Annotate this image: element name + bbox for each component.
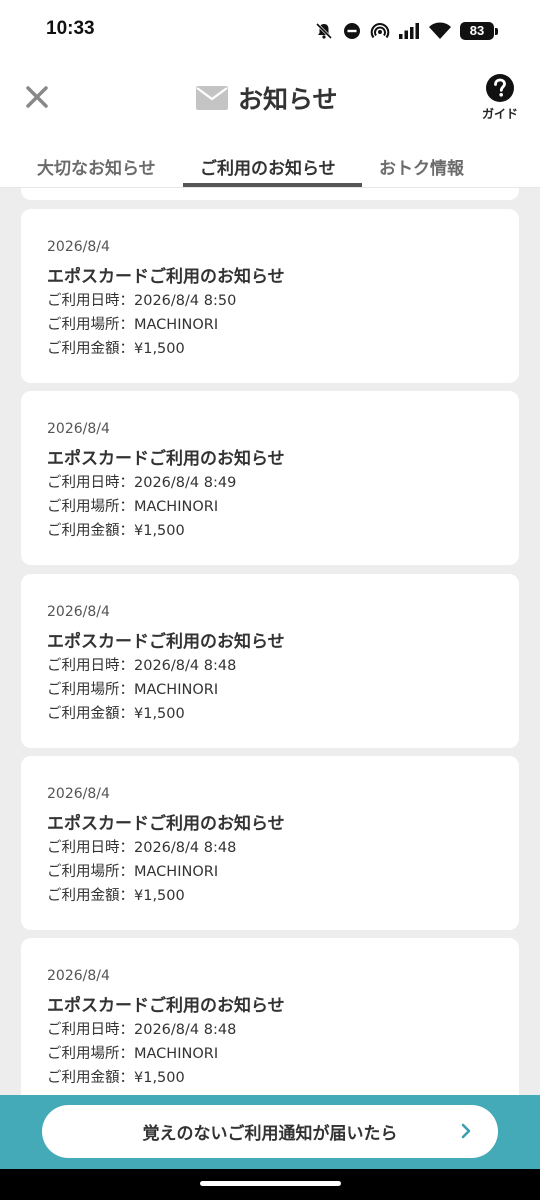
notification-place: ご利用場所：MACHINORI <box>47 1046 219 1062</box>
chevron-right-icon <box>461 1123 471 1139</box>
notification-datetime: ご利用日時：2026/8/4 8:49 <box>47 475 237 491</box>
wifi-icon <box>429 22 451 39</box>
notification-date: 2026/8/4 <box>47 786 110 802</box>
help-icon[interactable] <box>486 74 514 102</box>
notification-datetime: ご利用日時：2026/8/4 8:50 <box>47 293 237 309</box>
close-icon[interactable] <box>25 85 49 109</box>
notification-place: ご利用場所：MACHINORI <box>47 317 219 333</box>
notification-title: エポスカードご利用のお知らせ <box>47 814 285 834</box>
tab-usage-notices[interactable]: ご利用のお知らせ <box>200 154 336 179</box>
mail-icon <box>196 86 228 110</box>
notification-datetime: ご利用日時：2026/8/4 8:48 <box>47 840 237 856</box>
notification-card[interactable]: 2026/8/4 エポスカードご利用のお知らせ ご利用日時：2026/8/4 8… <box>21 574 519 748</box>
tab-important-notices[interactable]: 大切なお知らせ <box>37 154 156 179</box>
notification-datetime: ご利用日時：2026/8/4 8:48 <box>47 1022 237 1038</box>
signal-icon <box>399 23 419 39</box>
system-nav-bar <box>0 1169 540 1200</box>
notification-date: 2026/8/4 <box>47 604 110 620</box>
unrecognized-usage-label: 覚えのないご利用通知が届いたら <box>142 1124 398 1144</box>
guide-label: ガイド <box>481 107 518 121</box>
status-icons: 83 <box>314 19 498 43</box>
dnd-icon <box>344 23 360 39</box>
home-indicator[interactable] <box>200 1181 341 1186</box>
notification-date: 2026/8/4 <box>47 968 110 984</box>
notification-place: ご利用場所：MACHINORI <box>47 864 219 880</box>
mute-icon <box>315 22 333 40</box>
notification-place: ご利用場所：MACHINORI <box>47 682 219 698</box>
notification-card[interactable]: 2026/8/4 エポスカードご利用のお知らせ ご利用日時：2026/8/4 8… <box>21 391 519 565</box>
header-title-group: お知らせ <box>196 80 338 116</box>
notification-place: ご利用場所：MACHINORI <box>47 499 219 515</box>
header: お知らせ ガイド <box>0 62 540 134</box>
notification-date: 2026/8/4 <box>47 239 110 255</box>
notification-card[interactable]: 2026/8/4 エポスカードご利用のお知らせ ご利用日時：2026/8/4 8… <box>21 938 519 1095</box>
notification-amount: ご利用金額：¥1,500 <box>47 341 185 357</box>
hotspot-icon <box>370 23 390 39</box>
notification-amount: ご利用金額：¥1,500 <box>47 888 185 904</box>
notification-title: エポスカードご利用のお知らせ <box>47 996 285 1016</box>
close-button[interactable] <box>22 82 52 112</box>
notification-list[interactable]: 2026/8/4 エポスカードご利用のお知らせ ご利用日時：2026/8/4 8… <box>0 188 540 1095</box>
status-time: 10:33 <box>46 18 95 39</box>
notification-datetime: ご利用日時：2026/8/4 8:48 <box>47 658 237 674</box>
tab-bar: 大切なお知らせ ご利用のお知らせ おトク情報 <box>0 134 540 188</box>
notification-amount: ご利用金額：¥1,500 <box>47 1070 185 1086</box>
unrecognized-usage-button[interactable]: 覚えのないご利用通知が届いたら <box>42 1105 498 1158</box>
notification-title: エポスカードご利用のお知らせ <box>47 632 285 652</box>
notification-amount: ご利用金額：¥1,500 <box>47 706 185 722</box>
page-title: お知らせ <box>238 85 338 114</box>
status-bar: 10:33 83 <box>0 0 540 62</box>
battery-icon: 83 <box>460 22 498 40</box>
notification-title: エポスカードご利用のお知らせ <box>47 267 285 287</box>
active-tab-indicator <box>183 183 362 187</box>
notification-amount: ご利用金額：¥1,500 <box>47 523 185 539</box>
notification-title: エポスカードご利用のお知らせ <box>47 449 285 469</box>
list-item-partial[interactable] <box>21 188 519 200</box>
bottom-action-bar: 覚えのないご利用通知が届いたら <box>0 1095 540 1169</box>
notification-card[interactable]: 2026/8/4 エポスカードご利用のお知らせ ご利用日時：2026/8/4 8… <box>21 209 519 383</box>
tab-deals[interactable]: おトク情報 <box>379 154 464 179</box>
notification-card[interactable]: 2026/8/4 エポスカードご利用のお知らせ ご利用日時：2026/8/4 8… <box>21 756 519 930</box>
notification-date: 2026/8/4 <box>47 421 110 437</box>
guide-button[interactable]: ガイド <box>478 74 522 124</box>
